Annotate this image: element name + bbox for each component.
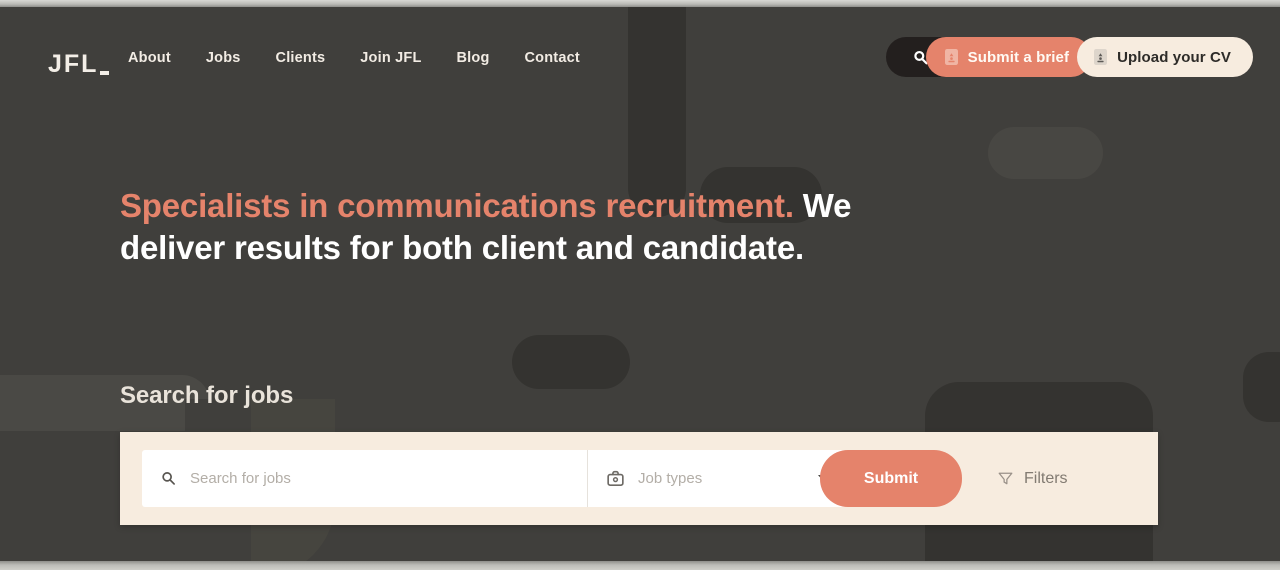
upload-your-cv-label: Upload your CV [1117, 48, 1231, 66]
nav-item-clients[interactable]: Clients [276, 50, 326, 66]
decorative-shape-pill-2 [512, 335, 630, 389]
hero-headline-accent: Specialists in communications recruitmen… [120, 187, 794, 224]
filter-icon [997, 470, 1014, 487]
header-actions: Submit a brief Upload your CV [885, 37, 1253, 77]
browser-chrome-bottom-edge [0, 561, 1280, 570]
brand-logo-text: JFL [48, 50, 99, 78]
briefcase-icon [606, 469, 625, 488]
document-icon [944, 48, 959, 66]
search-input[interactable] [190, 470, 569, 487]
brand-logo[interactable]: JFL [48, 50, 110, 78]
upload-your-cv-button[interactable]: Upload your CV [1077, 37, 1253, 77]
filters-label: Filters [1024, 469, 1068, 487]
main-navigation: About Jobs Clients Join JFL Blog Contact [128, 50, 580, 66]
document-icon [1093, 48, 1108, 66]
nav-item-contact[interactable]: Contact [525, 50, 580, 66]
site-header: JFL About Jobs Clients Join JFL Blog Con… [0, 7, 1280, 107]
hero-headline: Specialists in communications recruitmen… [120, 185, 910, 269]
search-fields-group: Job types [142, 450, 846, 507]
job-type-select[interactable]: Job types [588, 450, 846, 507]
job-type-selected-value: Job types [638, 470, 703, 487]
browser-chrome-top-edge [0, 0, 1280, 7]
search-icon [160, 470, 177, 487]
keyword-field[interactable] [142, 450, 588, 507]
job-search-section: Search for jobs Search for jobs Job type… [120, 382, 1158, 525]
nav-item-blog[interactable]: Blog [457, 50, 490, 66]
job-search-panel: Job types Submit Filters [120, 432, 1158, 525]
hero-section: JFL About Jobs Clients Join JFL Blog Con… [0, 7, 1280, 561]
nav-item-about[interactable]: About [128, 50, 171, 66]
filters-button[interactable]: Filters [997, 470, 1068, 488]
search-submit-button[interactable]: Submit [820, 450, 962, 507]
submit-a-brief-label: Submit a brief [967, 48, 1070, 66]
browser-viewport: JFL About Jobs Clients Join JFL Blog Con… [0, 0, 1280, 570]
brand-logo-dot [100, 71, 110, 75]
decorative-shape-small-right [1243, 352, 1280, 422]
nav-item-jobs[interactable]: Jobs [206, 50, 241, 66]
nav-item-join-jfl[interactable]: Join JFL [360, 50, 421, 66]
search-section-title: Search for jobs [120, 382, 294, 409]
submit-a-brief-button[interactable]: Submit a brief [925, 37, 1092, 77]
decorative-shape-soft-right [988, 127, 1103, 179]
